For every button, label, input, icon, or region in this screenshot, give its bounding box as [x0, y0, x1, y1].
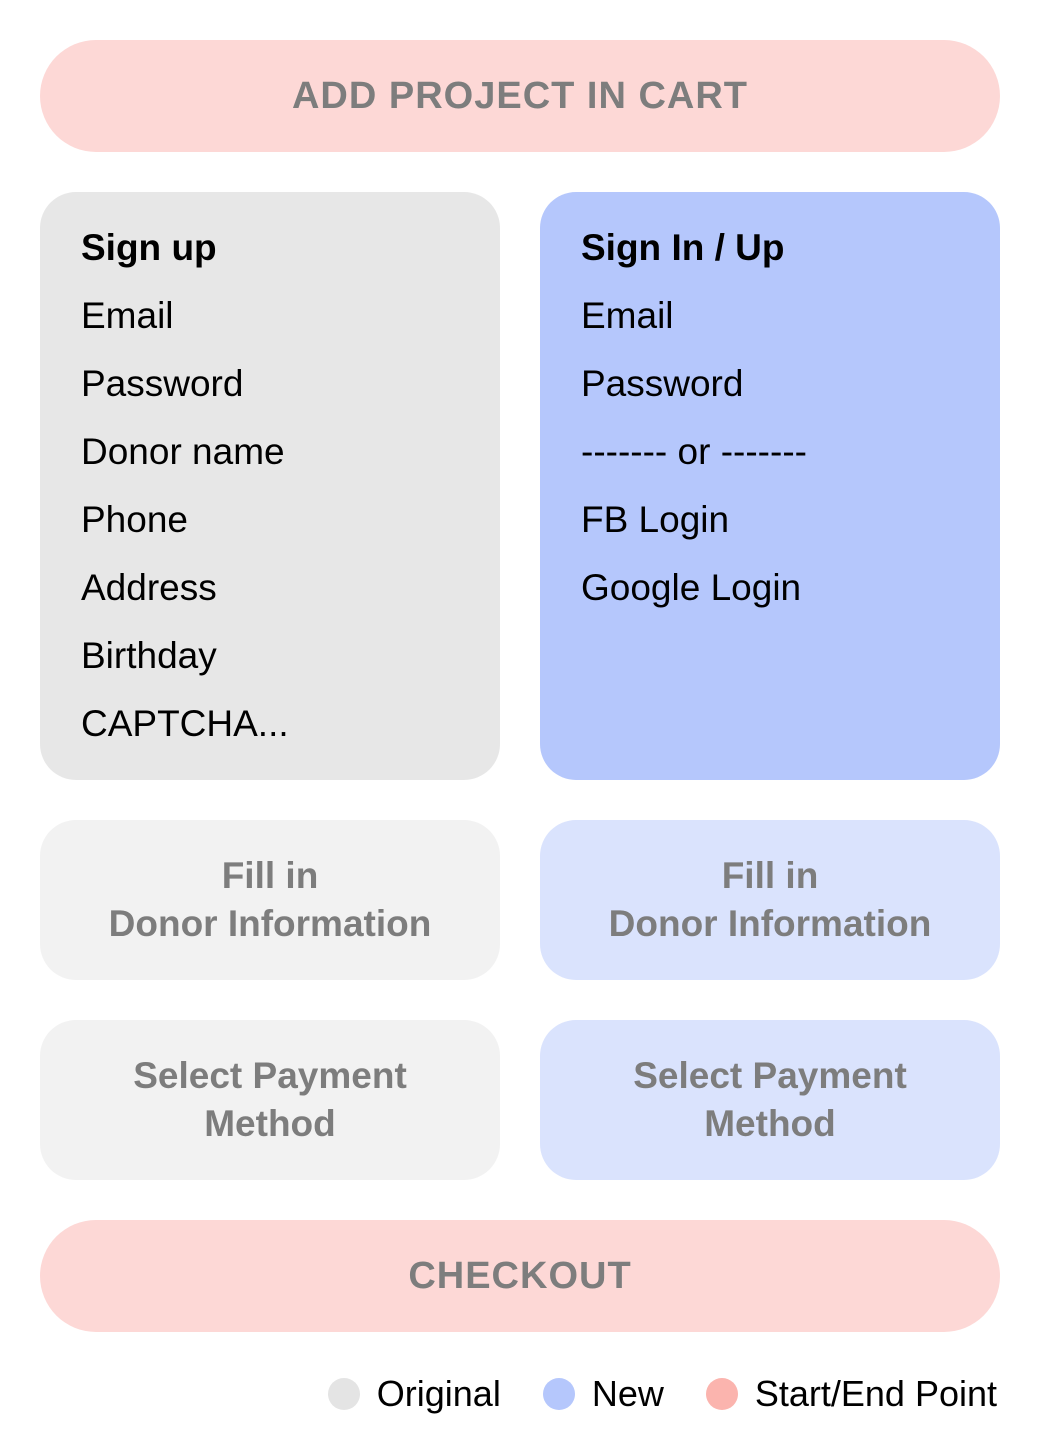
new-field-or-divider: ------- or ------- — [581, 431, 807, 472]
new-field-google-login: Google Login — [581, 567, 802, 608]
step-line-2: Method — [704, 1103, 836, 1144]
legend-dot-original — [327, 1378, 360, 1410]
step-line-1: Select Payment — [133, 1055, 407, 1096]
step-line-1: Select Payment — [633, 1055, 907, 1096]
original-step-payment: Select Payment Method — [40, 1020, 500, 1180]
original-panel-heading: Sign up — [81, 227, 217, 268]
step-line-2: Donor Information — [108, 903, 432, 944]
new-step-payment: Select Payment Method — [540, 1020, 1000, 1180]
new-panel-heading: Sign In / Up — [581, 227, 785, 268]
original-field-phone: Phone — [81, 499, 188, 540]
new-field-password: Password — [581, 363, 744, 404]
new-field-fb-login: FB Login — [581, 499, 730, 540]
start-node-label: ADD PROJECT IN CART — [291, 74, 749, 117]
step-line-2: Method — [204, 1103, 336, 1144]
legend-item-start-end: Start/End Point — [705, 1373, 997, 1415]
original-field-captcha: CAPTCHA... — [81, 703, 289, 744]
original-field-birthday: Birthday — [81, 635, 217, 676]
legend-dot-new — [542, 1378, 575, 1410]
new-step-donor-info: Fill in Donor Information — [540, 820, 1000, 980]
legend-label-original: Original — [376, 1373, 501, 1414]
legend-label-start-end: Start/End Point — [754, 1373, 997, 1414]
end-node-label: CHECKOUT — [408, 1254, 632, 1297]
original-field-email: Email — [81, 295, 174, 336]
start-node-add-project: ADD PROJECT IN CART — [40, 40, 1000, 152]
original-field-address: Address — [81, 567, 217, 608]
legend: Original New Start/End Point — [327, 1370, 997, 1418]
legend-label-new: New — [591, 1373, 664, 1414]
new-signin-panel: Sign In / Up Email Password ------- or -… — [540, 192, 1000, 780]
step-line-2: Donor Information — [608, 903, 932, 944]
new-field-email: Email — [581, 295, 674, 336]
original-step-donor-info: Fill in Donor Information — [40, 820, 500, 980]
original-field-donor-name: Donor name — [81, 431, 285, 472]
original-field-password: Password — [81, 363, 244, 404]
step-line-1: Fill in — [721, 855, 819, 896]
legend-item-original: Original — [327, 1373, 501, 1415]
end-node-checkout: CHECKOUT — [40, 1220, 1000, 1332]
step-line-1: Fill in — [221, 855, 319, 896]
legend-item-new: New — [542, 1373, 664, 1415]
original-signup-panel: Sign up Email Password Donor name Phone … — [40, 192, 500, 780]
legend-dot-start-end — [705, 1378, 738, 1410]
